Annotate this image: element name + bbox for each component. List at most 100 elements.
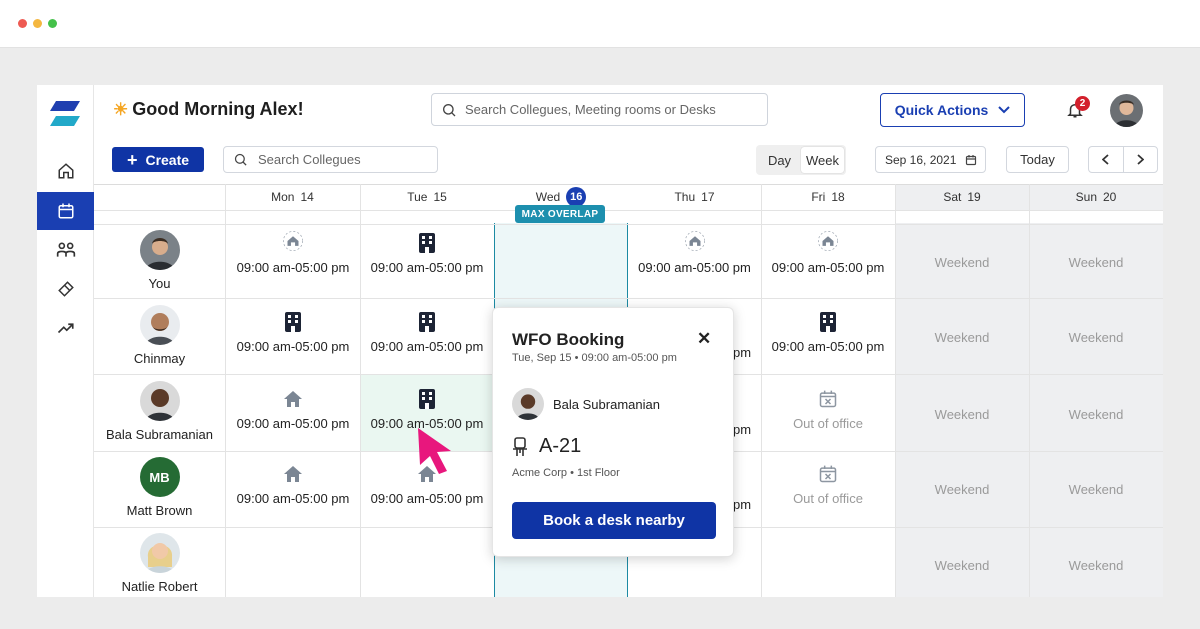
avatar (139, 230, 180, 270)
day-name: Tue (407, 190, 428, 204)
home-icon (282, 463, 304, 485)
schedule-cell[interactable]: Out of office (761, 388, 895, 431)
view-day-option[interactable]: Day (758, 147, 801, 173)
search-icon (234, 153, 247, 166)
time-range: 09:00 am-05:00 pm (370, 491, 484, 506)
thu-row3-time-partial: pm (733, 422, 752, 437)
calendar-x-icon (817, 463, 839, 485)
plus-icon: + (126, 149, 138, 170)
person-row-chinmay[interactable]: Chinmay (94, 305, 225, 366)
schedule-cell[interactable]: 09:00 am-05:00 pm (226, 230, 360, 275)
day-number: 20 (1103, 190, 1117, 204)
schedule-cell[interactable]: 09:00 am-05:00 pm (226, 388, 360, 431)
quick-actions-button[interactable]: Quick Actions (880, 93, 1025, 127)
popup-desk: A-21 (512, 435, 581, 458)
calendar-icon (966, 154, 977, 165)
colleague-search-input[interactable] (258, 152, 418, 167)
home-dashed-icon (282, 230, 304, 254)
logo-icon[interactable] (48, 99, 82, 131)
day-name: Wed (535, 190, 561, 204)
global-search-input[interactable] (465, 102, 725, 117)
sun-icon: ☀ (113, 99, 129, 119)
schedule-cell[interactable]: 09:00 am-05:00 pm (226, 311, 360, 354)
day-number: 17 (701, 190, 715, 204)
book-desk-button[interactable]: Book a desk nearby (512, 502, 716, 539)
weekend-label: Weekend (1068, 558, 1124, 573)
day-number: 15 (433, 190, 447, 204)
schedule-cell[interactable]: 09:00 am-05:00 pm (761, 311, 895, 354)
weekend-column-sun (1029, 184, 1163, 597)
schedule-cell[interactable]: Out of office (761, 463, 895, 506)
schedule-cell[interactable]: 09:00 am-05:00 pm (360, 232, 494, 275)
weekend-label: Weekend (1068, 482, 1124, 497)
avatar-initials: MB (139, 457, 180, 497)
time-range: 09:00 am-05:00 pm (236, 491, 350, 506)
wfo-booking-popup: WFO Booking Tue, Sep 15 • 09:00 am-05:00… (492, 307, 734, 557)
grid-line (94, 298, 1163, 299)
person-row-bala[interactable]: Bala Subramanian (94, 381, 225, 442)
max-overlap-badge: MAX OVERLAP (515, 205, 605, 223)
header-spacer (225, 211, 1163, 223)
office-building-icon (416, 232, 438, 254)
avatar (139, 305, 180, 345)
sidebar-item-calendar[interactable] (37, 192, 94, 230)
day-header-thu: Thu 17 (628, 184, 761, 210)
day-header-fri: Fri 18 (761, 184, 895, 210)
global-search[interactable] (431, 93, 768, 126)
prev-week-button[interactable] (1089, 147, 1123, 172)
popup-subtitle: Tue, Sep 15 • 09:00 am-05:00 pm (512, 352, 677, 364)
window-close-dot[interactable] (18, 19, 27, 28)
window-minimize-dot[interactable] (33, 19, 42, 28)
home-icon (58, 163, 73, 179)
office-building-icon (817, 311, 839, 333)
sidebar-item-home[interactable] (37, 152, 94, 190)
grid-line (94, 210, 1163, 211)
weekend-label: Weekend (934, 255, 990, 270)
view-week-option[interactable]: Week (801, 147, 844, 173)
popup-title: WFO Booking (512, 330, 625, 349)
schedule-cell[interactable]: 09:00 am-05:00 pm (761, 230, 895, 275)
colleague-search[interactable] (223, 146, 438, 173)
person-row-natlie[interactable]: Natlie Robert (94, 533, 225, 594)
out-of-office-label: Out of office (793, 491, 863, 506)
window-maximize-dot[interactable] (48, 19, 57, 28)
day-header-sun: Sun 20 (1029, 184, 1163, 210)
home-dashed-icon (817, 230, 839, 254)
avatar (512, 388, 544, 420)
today-button[interactable]: Today (1006, 146, 1069, 173)
person-row-matt[interactable]: MB Matt Brown (94, 457, 225, 518)
next-week-button[interactable] (1122, 147, 1158, 172)
grid-line (94, 224, 1163, 225)
grid-line (895, 184, 896, 597)
people-icon (56, 242, 75, 257)
day-name: Sun (1075, 190, 1097, 204)
time-range: 09:00 am-05:00 pm (638, 260, 751, 275)
schedule-cell[interactable]: 09:00 am-05:00 pm (360, 311, 494, 354)
date-picker[interactable]: Sep 16, 2021 (875, 146, 986, 173)
person-row-you[interactable]: You (94, 230, 225, 291)
sidebar (37, 85, 94, 597)
thu-row4-time-partial: pm (733, 497, 752, 512)
day-number: 19 (967, 190, 981, 204)
close-icon[interactable]: ✕ (697, 329, 711, 349)
sidebar-item-ticket[interactable] (37, 270, 94, 308)
time-range: 09:00 am-05:00 pm (771, 260, 885, 275)
day-number: 18 (831, 190, 845, 204)
user-avatar[interactable] (1110, 94, 1143, 127)
trending-icon (57, 323, 74, 334)
day-name: Mon (271, 190, 295, 204)
create-button[interactable]: + Create (112, 147, 204, 172)
day-header-tue: Tue 15 (360, 184, 494, 210)
schedule-cell[interactable]: 09:00 am-05:00 pm (628, 230, 761, 275)
sidebar-item-people[interactable] (37, 231, 94, 269)
day-name: Fri (811, 190, 826, 204)
date-value: Sep 16, 2021 (885, 152, 957, 167)
office-building-icon (416, 311, 438, 333)
time-range: 09:00 am-05:00 pm (370, 260, 484, 275)
schedule-cell[interactable]: 09:00 am-05:00 pm (226, 463, 360, 506)
chevron-right-icon (1137, 154, 1144, 165)
sidebar-item-analytics[interactable] (37, 309, 94, 347)
ticket-icon (57, 281, 74, 297)
greeting-title: ☀ Good Morning Alex! (113, 99, 304, 120)
greeting-text: Good Morning Alex! (132, 99, 304, 119)
